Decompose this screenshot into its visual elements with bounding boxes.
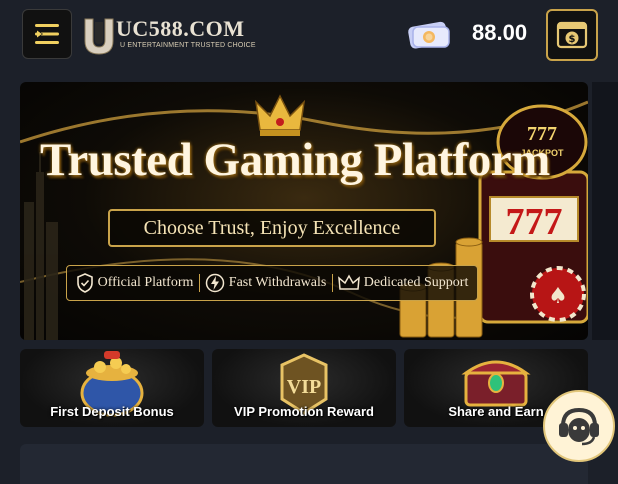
- svg-text:VIP: VIP: [287, 376, 321, 398]
- crown-icon: [337, 274, 360, 290]
- feature-fast-withdrawals: Fast Withdrawals: [205, 273, 327, 293]
- promo-vip-promotion-reward[interactable]: VIP VIP Promotion Reward: [212, 349, 396, 427]
- brand-logo[interactable]: UC588.COM U ENTERTAINMENT TRUSTED CHOICE: [82, 14, 256, 58]
- menu-icon: [35, 24, 59, 44]
- svg-text:♠: ♠: [548, 284, 568, 309]
- svg-text:$: $: [569, 34, 576, 45]
- svg-text:777: 777: [506, 201, 563, 243]
- customer-support-icon: [559, 407, 599, 446]
- cashier-button[interactable]: $: [546, 9, 598, 61]
- feature-label: Dedicated Support: [363, 275, 469, 290]
- feature-dedicated-support: Dedicated Support: [337, 274, 469, 292]
- bottom-section-card: [20, 444, 588, 484]
- brand-tagline: U ENTERTAINMENT TRUSTED CHOICE: [120, 42, 256, 49]
- feature-official-platform: Official Platform: [76, 273, 194, 293]
- feature-divider: [198, 274, 200, 292]
- banner-features: Official Platform Fast Withdrawals Dedic…: [66, 265, 478, 301]
- wallet-icon[interactable]: [405, 18, 453, 52]
- brand-name: UC588.COM: [116, 16, 245, 41]
- feature-divider: [331, 274, 333, 292]
- cashier-icon: $: [556, 21, 588, 49]
- customer-support-button[interactable]: [543, 390, 615, 462]
- promo-label: First Deposit Bonus: [50, 404, 174, 419]
- top-bar: UC588.COM U ENTERTAINMENT TRUSTED CHOICE…: [0, 0, 618, 72]
- carousel-edge: [592, 82, 618, 340]
- feature-label: Official Platform: [97, 275, 194, 290]
- lightning-icon: [205, 273, 225, 293]
- shield-check-icon: [76, 273, 93, 293]
- banner-headline: Trusted Gaming Platform: [40, 134, 550, 186]
- promotion-row: First Deposit Bonus VIP VIP Promotion Re…: [20, 349, 588, 429]
- banner-subheadline: Choose Trust, Enjoy Excellence: [143, 216, 401, 239]
- balance-amount: 88.00: [472, 20, 528, 45]
- logo-u-icon: [84, 18, 114, 55]
- menu-button[interactable]: [22, 9, 72, 59]
- promo-first-deposit-bonus[interactable]: First Deposit Bonus: [20, 349, 204, 427]
- promo-label: VIP Promotion Reward: [234, 404, 374, 419]
- feature-label: Fast Withdrawals: [228, 275, 327, 290]
- banner-subheadline-frame: Choose Trust, Enjoy Excellence: [108, 209, 436, 247]
